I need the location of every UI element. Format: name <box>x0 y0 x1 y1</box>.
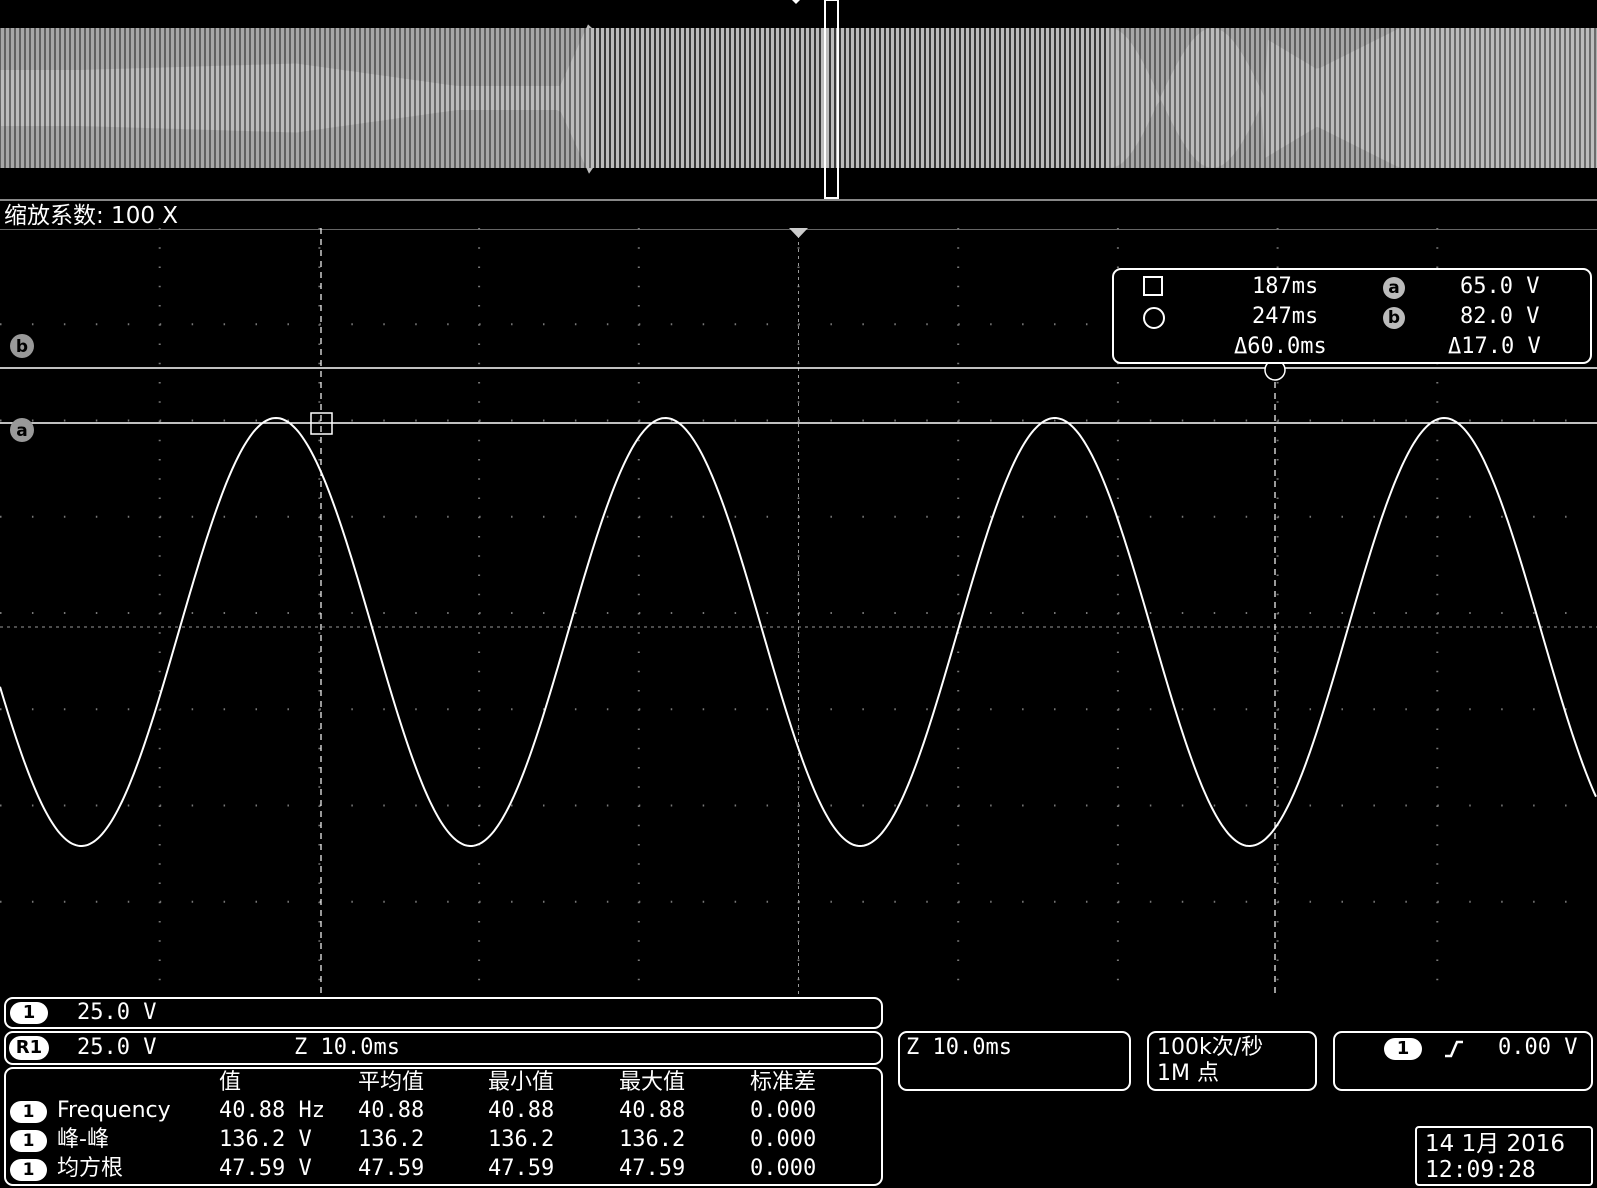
meas-row-3-mean: 47.59 <box>358 1156 425 1181</box>
time-display: 12:09:28 <box>1425 1157 1536 1183</box>
cursor-b-voltage: 82.0 V <box>1460 304 1540 329</box>
ref-1-badge[interactable]: R1 <box>9 1036 49 1060</box>
measurement-header-mean: 平均值 <box>358 1070 425 1095</box>
meas-row-1-std: 0.000 <box>750 1098 817 1123</box>
square-cursor-icon <box>1143 276 1163 296</box>
channel-1-badge[interactable]: 1 <box>10 1002 48 1024</box>
meas-row-1-badge: 1 <box>10 1101 47 1123</box>
meas-row-2-mean: 136.2 <box>358 1127 425 1152</box>
cursor-a-marker-label: a <box>16 421 27 441</box>
cursor-a-voltage: 65.0 V <box>1460 274 1540 299</box>
cursor-2-time: 247ms <box>1252 304 1319 329</box>
date-display: 14 1月 2016 <box>1425 1131 1566 1157</box>
meas-row-3-min: 47.59 <box>488 1156 555 1181</box>
overview-waveform <box>0 0 1597 202</box>
cursor-b-marker-label: b <box>16 337 28 357</box>
meas-row-2-std: 0.000 <box>750 1127 817 1152</box>
measurement-header-max: 最大值 <box>619 1070 686 1095</box>
cursor-a-readout-icon: a <box>1383 277 1405 299</box>
timebase-zoom-time: Z 10.0ms <box>906 1035 1012 1060</box>
record-length: 1M 点 <box>1157 1061 1219 1086</box>
meas-row-2-badge: 1 <box>10 1130 47 1152</box>
cursor-delta-voltage: Δ17.0 V <box>1448 334 1541 359</box>
meas-row-2-min: 136.2 <box>488 1127 555 1152</box>
meas-row-2-max: 136.2 <box>619 1127 686 1152</box>
meas-row-1-max: 40.88 <box>619 1098 686 1123</box>
meas-row-3-badge: 1 <box>10 1159 47 1181</box>
sample-rate: 100k次/秒 <box>1157 1035 1264 1060</box>
channel-1-scale: 25.0 V <box>77 1000 157 1025</box>
cursor-delta-time: Δ60.0ms <box>1234 334 1327 359</box>
cursor-b-readout-icon: b <box>1383 307 1405 329</box>
trigger-position-marker[interactable] <box>789 228 808 238</box>
meas-row-3-name[interactable]: 均方根 <box>57 1156 123 1182</box>
ref-1-scale: 25.0 V <box>77 1035 157 1060</box>
measurement-header-std: 标准差 <box>750 1070 817 1095</box>
meas-row-1-value: 40.88 Hz <box>219 1098 325 1123</box>
trigger-level: 0.00 V <box>1498 1035 1578 1060</box>
meas-row-2-name[interactable]: 峰-峰 <box>57 1127 109 1153</box>
meas-row-3-std: 0.000 <box>750 1156 817 1181</box>
trigger-source-badge: 1 <box>1384 1038 1422 1060</box>
rising-edge-icon <box>1445 1040 1463 1058</box>
meas-row-2-value: 136.2 V <box>219 1127 312 1152</box>
meas-row-1-min: 40.88 <box>488 1098 555 1123</box>
zoom-factor-label: 缩放系数: 100 X <box>4 203 179 229</box>
measurement-header-value: 值 <box>219 1070 242 1095</box>
ref-1-zoom-time: Z 10.0ms <box>294 1035 400 1060</box>
meas-row-3-value: 47.59 V <box>219 1156 312 1181</box>
circle-cursor-icon <box>1143 307 1165 329</box>
meas-row-3-max: 47.59 <box>619 1156 686 1181</box>
cursor-1-time: 187ms <box>1252 274 1319 299</box>
meas-row-1-mean: 40.88 <box>358 1098 425 1123</box>
meas-row-1-name[interactable]: Frequency <box>57 1098 171 1124</box>
measurement-header-min: 最小值 <box>488 1070 555 1095</box>
